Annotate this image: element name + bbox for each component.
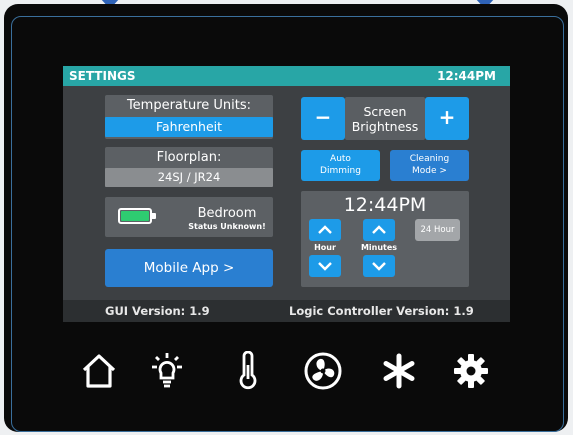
bedroom-status-panel[interactable]: Bedroom Status Unknown! [105, 197, 273, 237]
version-footer: GUI Version: 1.9 Logic Controller Versio… [63, 300, 510, 322]
thermometer-icon[interactable] [227, 350, 269, 392]
logic-controller-version: Logic Controller Version: 1.9 [289, 304, 474, 318]
home-icon[interactable] [78, 350, 120, 392]
settings-header: SETTINGS 12:44PM [63, 66, 510, 86]
chevron-up-icon [318, 225, 332, 234]
cleaning-mode-button[interactable]: Cleaning Mode > [390, 150, 469, 181]
brightness-label-panel: Screen Brightness [345, 97, 425, 140]
clock-time: 12:44PM [343, 194, 427, 216]
clock-panel: 12:44PM 24 Hour Hour Minutes [301, 191, 469, 287]
auto-dimming-button[interactable]: Auto Dimming [301, 150, 380, 181]
floorplan-value[interactable]: 24SJ / JR24 [105, 168, 273, 187]
header-clock: 12:44PM [437, 69, 496, 83]
hour-down-button[interactable] [309, 255, 341, 277]
gear-icon[interactable] [450, 350, 492, 392]
temperature-units-label: Temperature Units: [126, 98, 252, 113]
brightness-plus-button[interactable]: + [425, 97, 469, 140]
auto-dimming-line1: Auto [330, 154, 351, 164]
brightness-minus-button[interactable]: − [301, 97, 345, 140]
floorplan-panel: Floorplan: 24SJ / JR24 [105, 147, 273, 187]
minutes-down-button[interactable] [363, 255, 395, 277]
chevron-up-icon [372, 225, 386, 234]
fan-icon[interactable] [302, 350, 344, 392]
24-hour-button[interactable]: 24 Hour [415, 219, 460, 241]
auto-dimming-line2: Dimming [320, 166, 361, 176]
floorplan-label: Floorplan: [156, 150, 222, 165]
temperature-units-toggle[interactable]: Fahrenheit [105, 117, 273, 137]
snowflake-icon[interactable] [378, 350, 420, 392]
gui-version: GUI Version: 1.9 [105, 304, 210, 318]
chevron-down-icon [372, 262, 386, 271]
light-bulb-icon[interactable] [146, 350, 188, 392]
page-title: SETTINGS [69, 69, 136, 83]
cleaning-mode-line2: Mode > [412, 166, 447, 176]
minutes-up-button[interactable] [363, 219, 395, 241]
cleaning-mode-line1: Cleaning [409, 154, 450, 164]
battery-icon [118, 208, 156, 224]
bedroom-label: Bedroom [197, 206, 257, 221]
hour-label: Hour [314, 243, 336, 252]
minutes-label: Minutes [360, 243, 398, 252]
hour-up-button[interactable] [309, 219, 341, 241]
brightness-label-line1: Screen [363, 104, 407, 119]
temperature-units-panel: Temperature Units: Fahrenheit [105, 95, 273, 139]
settings-screen: SETTINGS 12:44PM Temperature Units: Fahr… [63, 66, 510, 322]
brightness-label-line2: Brightness [351, 119, 419, 134]
bedroom-status: Status Unknown! [188, 222, 266, 231]
mobile-app-button[interactable]: Mobile App > [105, 249, 273, 287]
chevron-down-icon [318, 262, 332, 271]
